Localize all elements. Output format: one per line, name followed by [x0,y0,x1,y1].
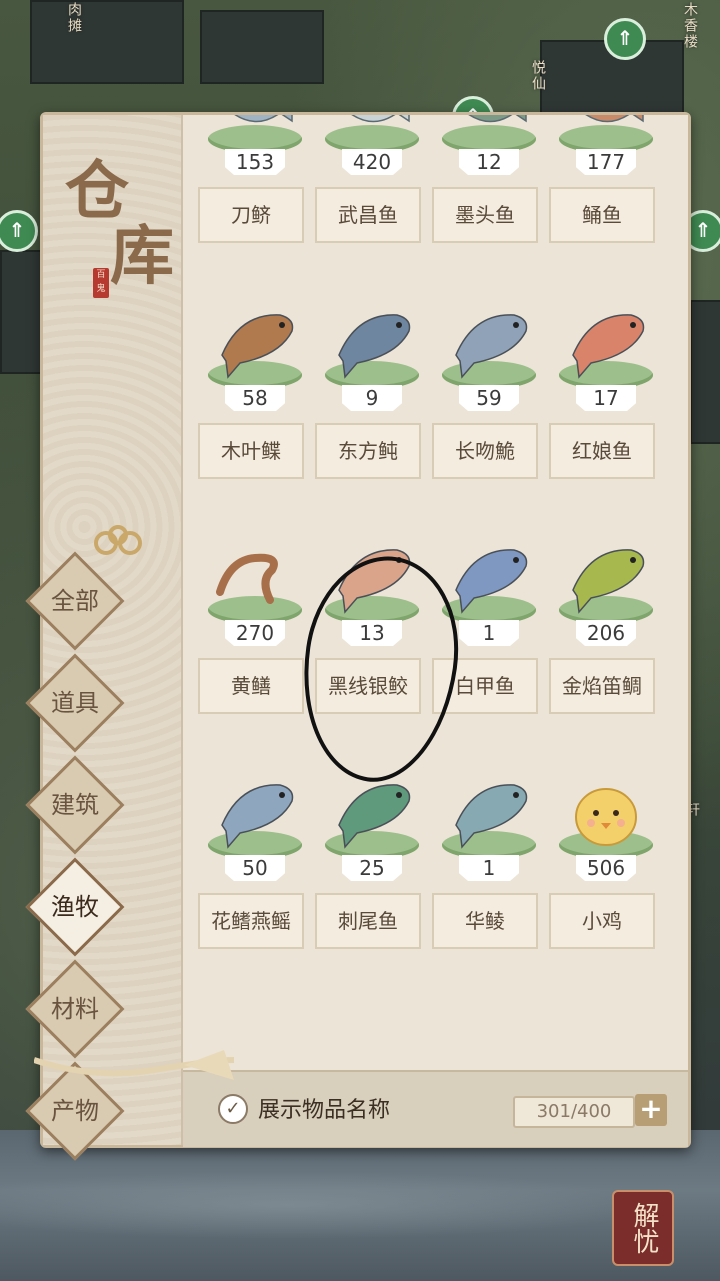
map-label-meat-stall: 肉摊 [66,2,82,34]
building-roof [690,300,720,444]
map-label-yuexian: 悦仙 [530,60,546,92]
building-roof [0,250,44,374]
tab-buildings[interactable]: 建筑 [25,755,125,855]
item-slot[interactable]: 17 红娘鱼 [549,285,661,505]
item-slot[interactable]: 12 墨头鱼 [432,115,544,269]
item-slot[interactable]: 1 华鲮 [432,755,544,975]
item-name: 黄鳝 [198,658,304,714]
item-name: 木叶鲽 [198,423,304,479]
item-slot[interactable]: 9 东方鲀 [315,285,427,505]
panel-footer: ✓ 展示物品名称 301/400 + [183,1070,688,1147]
item-count: 206 [576,620,636,646]
tassel-ornament-icon [34,1050,234,1080]
item-count: 420 [342,149,402,175]
item-count: 58 [225,385,285,411]
fish-icon [455,549,528,614]
item-count: 1 [459,855,519,881]
item-name: 红娘鱼 [549,423,655,479]
category-sidebar: 仓 库 百鬼 全部 道具 建筑 渔牧 材料 产物 [25,115,183,1161]
item-count: 25 [342,855,402,881]
seal-stamp: 百鬼 [93,268,109,298]
tab-items-label: 道具 [51,689,99,717]
app-logo[interactable]: 解忧 [612,1190,674,1266]
snapper-icon [572,549,645,614]
item-slot[interactable]: 153 刀鲚 [198,115,310,269]
item-count: 270 [225,620,285,646]
item-slot[interactable]: 58 木叶鲽 [198,285,310,505]
title-char-ku: 库 [110,219,174,294]
show-names-checkbox[interactable]: ✓ [218,1094,248,1124]
panel-title: 仓 库 百鬼 [65,140,195,300]
item-name: 长吻鮠 [432,423,538,479]
tab-buildings-label: 建筑 [51,791,99,819]
tab-fishing-farming-label: 渔牧 [51,893,99,921]
item-name: 小鸡 [549,893,655,949]
map-label-muxianglou: 木香楼 [682,2,698,50]
item-slot[interactable]: 420 武昌鱼 [315,115,427,269]
item-name: 墨头鱼 [432,187,538,243]
item-count: 153 [225,149,285,175]
item-slot[interactable]: 25 刺尾鱼 [315,755,427,975]
item-count: 177 [576,149,636,175]
building-roof [200,10,324,84]
capacity-counter: 301/400 [513,1096,635,1128]
item-count: 50 [225,855,285,881]
pufferfish-icon [338,314,411,379]
flying-fish-icon [221,784,294,849]
fish-tail-icon [234,115,293,123]
item-slot[interactable]: 270 黄鳝 [198,520,310,740]
fish-tail-icon [585,115,644,123]
item-name: 东方鲀 [315,423,421,479]
building-roof [30,0,184,84]
tab-all[interactable]: 全部 [25,551,125,651]
fish-tail-icon [468,115,527,123]
item-name: 武昌鱼 [315,187,421,243]
eel-icon [216,553,278,604]
tab-all-label: 全部 [51,587,99,615]
item-count: 9 [342,385,402,411]
fish-tail-icon [351,115,410,123]
item-name: 花鳍燕鳐 [198,893,304,949]
tab-items[interactable]: 道具 [25,653,125,753]
expand-capacity-button[interactable]: + [635,1094,667,1126]
item-count: 12 [459,149,519,175]
item-slot[interactable]: 50 花鳍燕鳐 [198,755,310,975]
upgrade-marker-icon[interactable]: ⇑ [604,18,646,60]
item-count: 17 [576,385,636,411]
item-slot[interactable]: 177 鲬鱼 [549,115,661,269]
item-count: 506 [576,855,636,881]
item-slot[interactable]: 506 小鸡 [549,755,661,975]
item-name: 刀鲚 [198,187,304,243]
show-names-label: 展示物品名称 [258,1098,391,1123]
item-count: 1 [459,620,519,646]
flatfish-icon [221,314,294,379]
item-count: 59 [459,385,519,411]
fish-icon [455,784,528,849]
gurnard-icon [572,314,645,379]
catfish-icon [455,314,528,379]
item-name: 金焰笛鲷 [549,658,655,714]
tab-fishing-farming[interactable]: 渔牧 [25,857,125,957]
item-name: 华鲮 [432,893,538,949]
item-name: 刺尾鱼 [315,893,421,949]
chick-icon [575,788,637,846]
item-name: 鲬鱼 [549,187,655,243]
item-slot[interactable]: 206 金焰笛鲷 [549,520,661,740]
item-slot[interactable]: 59 长吻鮠 [432,285,544,505]
